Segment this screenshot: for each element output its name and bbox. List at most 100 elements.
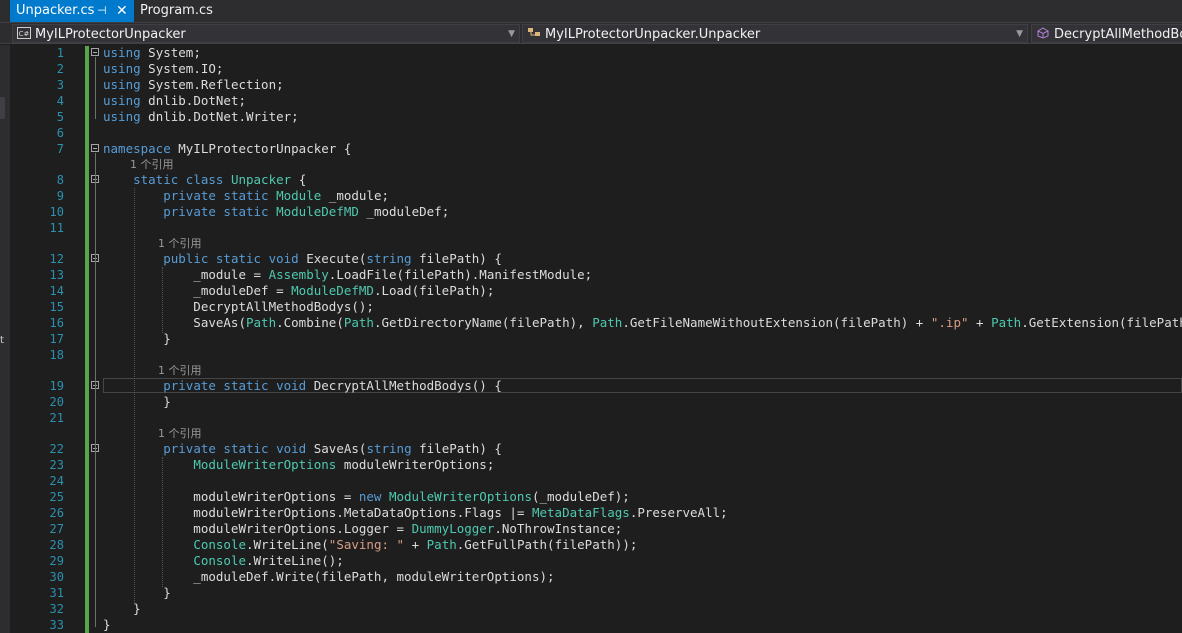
code-line[interactable]: 15 DecryptAllMethodBodys(); bbox=[10, 299, 1182, 315]
line-number: 19 bbox=[49, 379, 64, 393]
code-token: using bbox=[103, 93, 141, 108]
codelens-label[interactable]: 1 个引用 bbox=[130, 159, 174, 171]
indent-guide bbox=[134, 188, 135, 603]
code-line[interactable]: 22 private static void SaveAs(string fil… bbox=[10, 441, 1182, 457]
code-token: System.IO; bbox=[140, 61, 224, 76]
code-token: { bbox=[291, 172, 307, 187]
code-token: static class bbox=[133, 172, 224, 187]
code-line[interactable]: 25 moduleWriterOptions = new ModuleWrite… bbox=[10, 489, 1182, 505]
code-text: private static Module _module; bbox=[103, 188, 389, 204]
code-text: using dnlib.DotNet.Writer; bbox=[103, 109, 299, 125]
code-line[interactable]: 5 using dnlib.DotNet.Writer; bbox=[10, 109, 1182, 125]
code-line[interactable]: 7 namespace MyILProtectorUnpacker { bbox=[10, 141, 1182, 157]
code-token: filePath) { bbox=[411, 441, 502, 456]
codelens-label[interactable]: 1 个引用 bbox=[158, 365, 202, 377]
code-line[interactable]: 32 } bbox=[10, 601, 1182, 617]
code-line[interactable]: 16 SaveAs(Path.Combine(Path.GetDirectory… bbox=[10, 315, 1182, 331]
code-line[interactable]: 23 ModuleWriterOptions moduleWriterOptio… bbox=[10, 457, 1182, 473]
code-token: "Saving: " bbox=[328, 537, 405, 552]
line-number: 4 bbox=[56, 94, 64, 108]
code-token: Unpacker bbox=[230, 172, 292, 187]
code-token: public static void bbox=[163, 251, 299, 266]
code-token: SaveAs( bbox=[103, 315, 246, 330]
code-line[interactable]: 21 bbox=[10, 410, 1182, 426]
navigation-bar: C# MyILProtectorUnpacker ▼ MyILProtector… bbox=[0, 22, 1182, 44]
code-token: .WriteLine( bbox=[246, 537, 329, 552]
code-line[interactable]: 30 _moduleDef.Write(filePath, moduleWrit… bbox=[10, 569, 1182, 585]
tab-label: Program.cs bbox=[140, 3, 213, 18]
code-token: .Combine( bbox=[276, 315, 344, 330]
code-line[interactable]: 12 public static void Execute(string fil… bbox=[10, 251, 1182, 267]
code-line[interactable]: 27 moduleWriterOptions.Logger = DummyLog… bbox=[10, 521, 1182, 537]
code-line[interactable]: 18 bbox=[10, 347, 1182, 363]
code-token: DummyLogger bbox=[411, 521, 495, 536]
code-token: _moduleDef.Write(filePath, moduleWriterO… bbox=[103, 569, 555, 584]
code-line[interactable]: 3 using System.Reflection; bbox=[10, 77, 1182, 93]
codelens-label[interactable]: 1 个引用 bbox=[158, 238, 202, 250]
code-line[interactable]: 24 bbox=[10, 473, 1182, 489]
code-token: Path bbox=[991, 315, 1022, 330]
line-number: 8 bbox=[56, 173, 64, 187]
code-line[interactable]: 13 _module = Assembly.LoadFile(filePath)… bbox=[10, 267, 1182, 283]
code-line[interactable]: 31 } bbox=[10, 585, 1182, 601]
code-line[interactable]: 26 moduleWriterOptions.MetaDataOptions.F… bbox=[10, 505, 1182, 521]
codelens-references[interactable]: 1 个引用 bbox=[10, 428, 1182, 440]
code-token: } bbox=[103, 585, 171, 600]
code-token: DecryptAllMethodBodys(); bbox=[103, 299, 374, 314]
code-line[interactable]: 17 } bbox=[10, 331, 1182, 347]
line-number: 1 bbox=[56, 46, 64, 60]
code-line[interactable]: 9 private static Module _module; bbox=[10, 188, 1182, 204]
line-number: 22 bbox=[49, 442, 64, 456]
codelens-references[interactable]: 1 个引用 bbox=[10, 365, 1182, 377]
code-token: (_moduleDef); bbox=[531, 489, 630, 504]
code-text: using System.Reflection; bbox=[103, 77, 284, 93]
chevron-down-icon: ▼ bbox=[508, 29, 515, 39]
line-number: 27 bbox=[49, 522, 64, 536]
class-dropdown[interactable]: MyILProtectorUnpacker.Unpacker ▼ bbox=[522, 24, 1028, 43]
code-line[interactable]: 2 using System.IO; bbox=[10, 61, 1182, 77]
code-token: } bbox=[103, 601, 141, 616]
code-line[interactable]: 14 _moduleDef = ModuleDefMD.Load(filePat… bbox=[10, 283, 1182, 299]
line-number: 15 bbox=[49, 300, 64, 314]
code-token: } bbox=[103, 394, 171, 409]
code-line[interactable]: 8 static class Unpacker { bbox=[10, 172, 1182, 188]
outlining-bracket bbox=[95, 453, 96, 595]
code-text: _moduleDef.Write(filePath, moduleWriterO… bbox=[103, 569, 555, 585]
code-line[interactable]: 19 private static void DecryptAllMethodB… bbox=[10, 378, 1182, 394]
code-token: Console bbox=[193, 553, 246, 568]
collapse-icon[interactable] bbox=[91, 144, 99, 152]
codelens-references[interactable]: 1 个引用 bbox=[10, 159, 1182, 171]
code-text: using System.IO; bbox=[103, 61, 223, 77]
code-editor[interactable]: 1 using System; 2 using System.IO; 3 using Sy… bbox=[10, 45, 1182, 633]
tab-program-cs[interactable]: Program.cs bbox=[134, 0, 214, 22]
code-token: Path bbox=[343, 315, 374, 330]
member-dropdown[interactable]: DecryptAllMethodBodys() bbox=[1031, 24, 1182, 43]
code-line[interactable]: 1 using System; bbox=[10, 45, 1182, 61]
code-line[interactable]: 28 Console.WriteLine("Saving: " + Path.G… bbox=[10, 537, 1182, 553]
code-text: } bbox=[103, 394, 171, 410]
code-line[interactable]: 20 } bbox=[10, 394, 1182, 410]
code-token: Assembly bbox=[268, 267, 329, 282]
collapse-icon[interactable] bbox=[91, 48, 99, 56]
codelens-references[interactable]: 1 个引用 bbox=[10, 238, 1182, 250]
close-icon[interactable]: ✕ bbox=[116, 0, 128, 22]
project-dropdown[interactable]: C# MyILProtectorUnpacker ▼ bbox=[12, 24, 520, 43]
tab-unpacker-cs[interactable]: Unpacker.cs ⊣ ✕ bbox=[10, 0, 134, 22]
code-line[interactable]: 33} bbox=[10, 617, 1182, 633]
code-line[interactable]: 4 using dnlib.DotNet; bbox=[10, 93, 1182, 109]
code-text: DecryptAllMethodBodys(); bbox=[103, 299, 374, 315]
code-line[interactable]: 10 private static ModuleDefMD _moduleDef… bbox=[10, 204, 1182, 220]
codelens-label[interactable]: 1 个引用 bbox=[158, 428, 202, 440]
code-line[interactable]: 6 bbox=[10, 125, 1182, 141]
code-line[interactable]: 11 bbox=[10, 220, 1182, 236]
code-line[interactable]: 29 Console.WriteLine(); bbox=[10, 553, 1182, 569]
pin-icon[interactable]: ⊣ bbox=[97, 0, 107, 22]
line-number: 21 bbox=[49, 411, 64, 425]
tool-strip-tab[interactable] bbox=[0, 97, 5, 119]
code-text: } bbox=[103, 331, 171, 347]
code-text: Console.WriteLine("Saving: " + Path.GetF… bbox=[103, 537, 637, 553]
